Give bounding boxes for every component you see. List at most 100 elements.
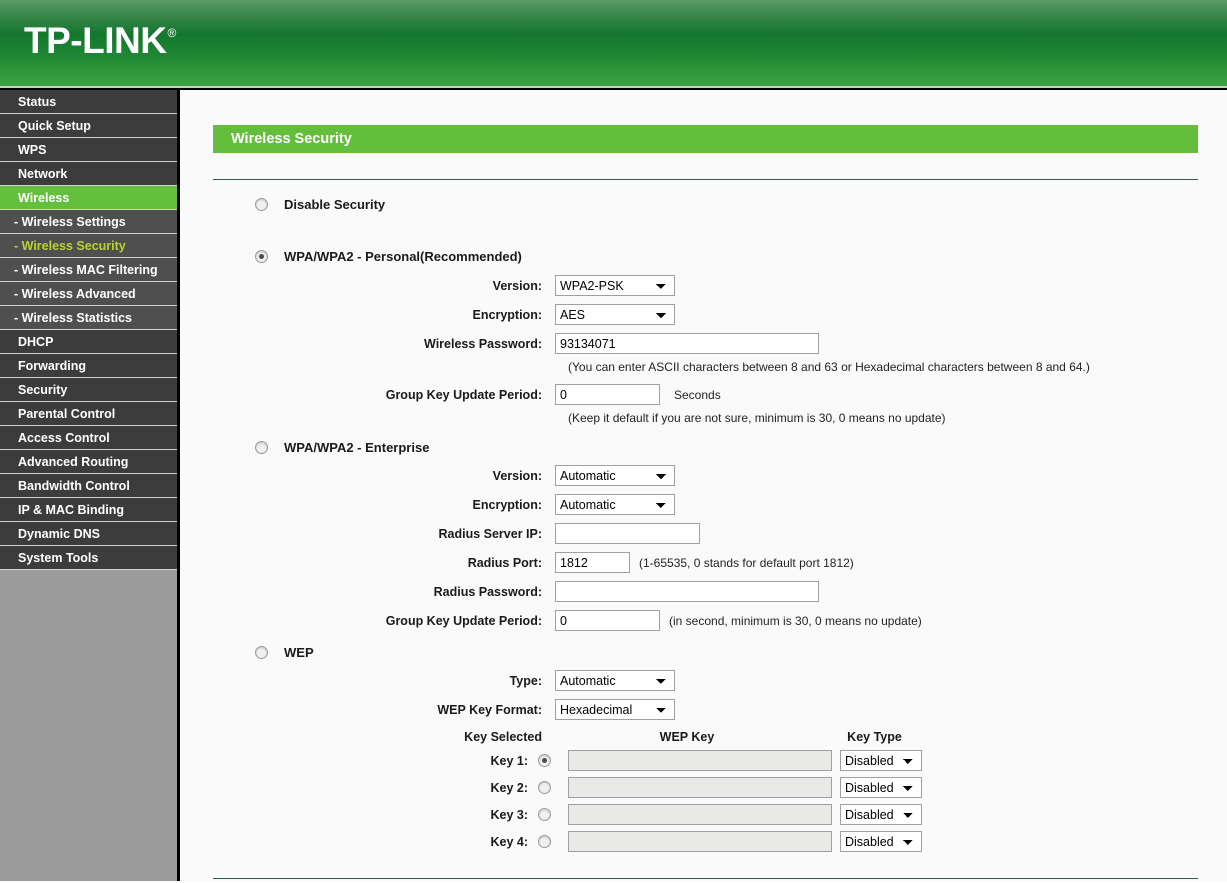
radio-disable-security[interactable] xyxy=(255,198,268,211)
label-radius-server-ip: Radius Server IP: xyxy=(438,526,542,541)
label-enterprise-group-key: Group Key Update Period: xyxy=(385,613,542,628)
col-wep-key: WEP Key xyxy=(659,730,715,744)
select-wep-type[interactable]: AutomaticOpen SystemShared Key xyxy=(555,670,675,691)
radio-wep-key-1[interactable] xyxy=(538,754,551,767)
input-wep-key-4[interactable] xyxy=(568,831,832,852)
wep-key-radio-wrap xyxy=(538,808,568,821)
page-title: Wireless Security xyxy=(213,125,1198,153)
sidebar-sub-dash: - xyxy=(14,215,22,229)
sidebar-item-wireless-advanced[interactable]: - Wireless Advanced xyxy=(0,282,177,306)
sidebar-item-security[interactable]: Security xyxy=(0,378,177,402)
page-body: Status Quick Setup WPS Network Wireless - Wir… xyxy=(0,90,1227,881)
input-personal-group-key[interactable] xyxy=(555,384,660,405)
radio-wep-key-3[interactable] xyxy=(538,808,551,821)
sidebar-item-wireless-settings[interactable]: - Wireless Settings xyxy=(0,210,177,234)
select-enterprise-version[interactable]: AutomaticWPAWPA2 xyxy=(555,465,675,486)
sidebar-item-label: Wireless Security xyxy=(21,239,126,253)
sidebar-item-status[interactable]: Status xyxy=(0,90,177,114)
input-wep-key-1[interactable] xyxy=(568,750,832,771)
sidebar-item-forwarding[interactable]: Forwarding xyxy=(0,354,177,378)
label-wep-type: Type: xyxy=(509,673,542,688)
input-radius-port[interactable] xyxy=(555,552,630,573)
registered-mark: ® xyxy=(167,26,176,40)
input-radius-server-ip[interactable] xyxy=(555,523,700,544)
sidebar-item-wireless-security[interactable]: - Wireless Security xyxy=(0,234,177,258)
wep-key-radio-wrap xyxy=(538,835,568,848)
sidebar-item-advanced-routing[interactable]: Advanced Routing xyxy=(0,450,177,474)
section-disable-security[interactable]: Disable Security xyxy=(255,197,1199,212)
note-wireless-password: (You can enter ASCII characters between … xyxy=(568,360,1090,374)
sidebar-item-ip-mac-binding[interactable]: IP & MAC Binding xyxy=(0,498,177,522)
sidebar-item-network[interactable]: Network xyxy=(0,162,177,186)
row-wep-key-format: WEP Key Format: HexadecimalASCII xyxy=(213,699,1199,720)
select-wep-key-type-4[interactable]: Disabled64bit128bit152bit xyxy=(840,831,922,852)
select-wep-key-format[interactable]: HexadecimalASCII xyxy=(555,699,675,720)
label-disable-security: Disable Security xyxy=(284,197,386,212)
title-divider xyxy=(213,179,1198,180)
row-wireless-password: Wireless Password: xyxy=(213,333,1199,354)
section-wep[interactable]: WEP xyxy=(255,645,1199,660)
select-enterprise-encryption[interactable]: AutomaticTKIPAES xyxy=(555,494,675,515)
brand-name: TP-LINK xyxy=(24,20,167,61)
wep-key-row: Key 4: Disabled64bit128bit152bit xyxy=(213,831,1199,852)
sidebar-item-wps[interactable]: WPS xyxy=(0,138,177,162)
unit-personal-group-key: Seconds xyxy=(674,387,721,402)
sidebar-item-label: Status xyxy=(18,95,57,109)
app-header: TP-LINK® xyxy=(0,0,1227,86)
input-wep-key-2[interactable] xyxy=(568,777,832,798)
select-personal-version[interactable]: AutomaticWPA-PSKWPA2-PSK xyxy=(555,275,675,296)
sidebar-item-wireless[interactable]: Wireless xyxy=(0,186,177,210)
footer-divider xyxy=(213,878,1198,879)
label-wep-key-format: WEP Key Format: xyxy=(437,702,542,717)
section-wpa-personal[interactable]: WPA/WPA2 - Personal(Recommended) xyxy=(255,249,1199,264)
radio-wep-key-4[interactable] xyxy=(538,835,551,848)
wep-table-header: Key Selected WEP Key Key Type xyxy=(213,730,1199,744)
label-wep: WEP xyxy=(284,645,314,660)
sidebar-item-label: Forwarding xyxy=(18,359,87,373)
radio-wpa-enterprise[interactable] xyxy=(255,441,268,454)
sidebar-sub-dash: - xyxy=(14,287,22,301)
sidebar-item-label: Advanced Routing xyxy=(18,455,129,469)
row-enterprise-version: Version: AutomaticWPAWPA2 xyxy=(213,465,1199,486)
sidebar-item-label: Parental Control xyxy=(18,407,116,421)
note-personal-group-key: (Keep it default if you are not sure, mi… xyxy=(568,411,946,425)
label-radius-port: Radius Port: xyxy=(467,555,542,570)
input-radius-password[interactable] xyxy=(555,581,819,602)
note-radius-port: (1-65535, 0 stands for default port 1812… xyxy=(639,555,854,570)
sidebar-item-label: Security xyxy=(18,383,68,397)
sidebar-item-wireless-statistics[interactable]: - Wireless Statistics xyxy=(0,306,177,330)
row-personal-version: Version: AutomaticWPA-PSKWPA2-PSK xyxy=(213,275,1199,296)
input-enterprise-group-key[interactable] xyxy=(555,610,660,631)
sidebar-item-parental-control[interactable]: Parental Control xyxy=(0,402,177,426)
radio-wep[interactable] xyxy=(255,646,268,659)
sidebar-item-access-control[interactable]: Access Control xyxy=(0,426,177,450)
sidebar-item-quick-setup[interactable]: Quick Setup xyxy=(0,114,177,138)
sidebar-nav: Status Quick Setup WPS Network Wireless - Wir… xyxy=(0,90,180,881)
input-wireless-password[interactable] xyxy=(555,333,819,354)
sidebar-item-wireless-mac-filtering[interactable]: - Wireless MAC Filtering xyxy=(0,258,177,282)
label-personal-encryption: Encryption: xyxy=(472,307,542,322)
sidebar-item-system-tools[interactable]: System Tools xyxy=(0,546,177,570)
input-wep-key-3[interactable] xyxy=(568,804,832,825)
radio-wep-key-2[interactable] xyxy=(538,781,551,794)
sidebar-item-label: Network xyxy=(18,167,68,181)
sidebar-item-dynamic-dns[interactable]: Dynamic DNS xyxy=(0,522,177,546)
label-enterprise-version: Version: xyxy=(492,468,542,483)
radio-wpa-personal[interactable] xyxy=(255,250,268,263)
sidebar-item-bandwidth-control[interactable]: Bandwidth Control xyxy=(0,474,177,498)
sidebar-item-dhcp[interactable]: DHCP xyxy=(0,330,177,354)
row-enterprise-encryption: Encryption: AutomaticTKIPAES xyxy=(213,494,1199,515)
select-wep-key-type-3[interactable]: Disabled64bit128bit152bit xyxy=(840,804,922,825)
sidebar-item-label: WPS xyxy=(18,143,47,157)
label-wireless-password: Wireless Password: xyxy=(424,336,542,351)
col-key-selected: Key Selected xyxy=(464,730,542,744)
sidebar-item-label: IP & MAC Binding xyxy=(18,503,125,517)
select-personal-encryption[interactable]: AutomaticTKIPAES xyxy=(555,304,675,325)
label-wep-key-4: Key 4: xyxy=(490,834,528,849)
row-enterprise-group-key: Group Key Update Period: (in second, min… xyxy=(213,610,1199,631)
section-wpa-enterprise[interactable]: WPA/WPA2 - Enterprise xyxy=(255,440,1199,455)
sidebar-sub-dash: - xyxy=(14,263,22,277)
wep-key-radio-wrap xyxy=(538,781,568,794)
select-wep-key-type-1[interactable]: Disabled64bit128bit152bit xyxy=(840,750,922,771)
select-wep-key-type-2[interactable]: Disabled64bit128bit152bit xyxy=(840,777,922,798)
